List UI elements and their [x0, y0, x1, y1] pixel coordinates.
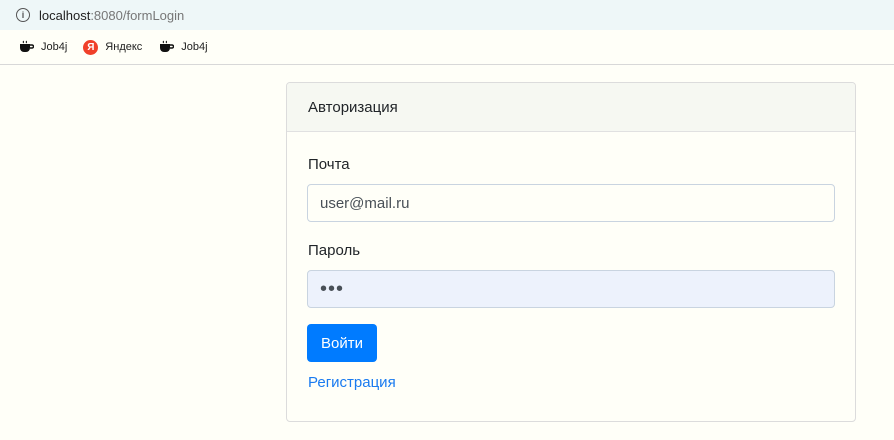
- url-text[interactable]: localhost:8080/formLogin: [39, 8, 184, 23]
- bookmark-job4j-2[interactable]: Job4j: [158, 40, 208, 54]
- bookmark-yandex[interactable]: Я Яндекс: [83, 39, 143, 55]
- job4j-icon: [18, 40, 34, 54]
- card-title: Авторизация: [287, 83, 855, 132]
- password-field[interactable]: [307, 270, 835, 308]
- url-host: localhost: [39, 7, 91, 23]
- bookmarks-bar: Job4j Я Яндекс Job4j: [0, 30, 894, 65]
- job4j-icon: [158, 40, 175, 54]
- url-path: :8080/formLogin: [90, 7, 185, 23]
- bookmark-label: Job4j: [41, 41, 68, 53]
- address-bar[interactable]: i localhost:8080/formLogin: [0, 0, 894, 30]
- password-label: Пароль: [308, 242, 361, 259]
- bookmark-label: Яндекс: [105, 41, 143, 53]
- login-card: Авторизация Почта Пароль Войти Регистрац…: [286, 82, 856, 422]
- email-label: Почта: [308, 156, 350, 173]
- yandex-icon: Я: [83, 39, 99, 55]
- bookmark-job4j-1[interactable]: Job4j: [18, 40, 67, 54]
- email-field[interactable]: [307, 184, 835, 222]
- bookmark-label: Job4j: [181, 41, 208, 53]
- info-icon[interactable]: i: [16, 8, 30, 22]
- register-link[interactable]: Регистрация: [308, 374, 396, 391]
- login-button[interactable]: Войти: [307, 324, 377, 362]
